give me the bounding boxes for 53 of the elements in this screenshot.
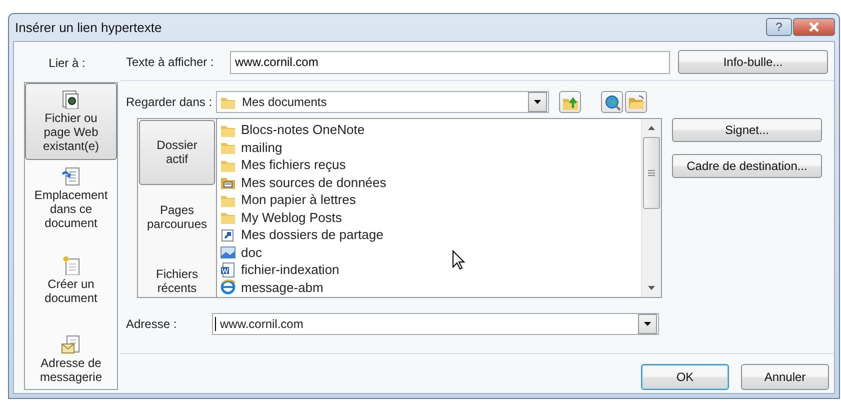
target-frame-button[interactable]: Cadre de destination...: [672, 154, 822, 178]
file-item[interactable]: Mes fichiers reçus: [217, 156, 641, 174]
scroll-down-arrow-icon: [648, 286, 655, 290]
close-button[interactable]: [793, 18, 835, 36]
mouse-pointer-icon: [452, 250, 466, 270]
field-label: Adresse :: [125, 317, 178, 331]
link-type-item[interactable]: Emplacement dans ce document: [25, 160, 117, 237]
file-item[interactable]: Mon papier à lettres: [217, 191, 641, 208]
shortcut-icon: [220, 226, 236, 243]
browse-web-button[interactable]: [601, 91, 623, 113]
link-type-item[interactable]: Adresse de messagerie: [25, 328, 117, 391]
file-item[interactable]: doc: [217, 244, 641, 261]
browse-tab[interactable]: Dossier actif: [139, 120, 215, 185]
globe-search-icon: [604, 94, 620, 110]
ok-button[interactable]: OK: [641, 364, 729, 390]
browse-tab[interactable]: Pages parcourues: [139, 187, 215, 249]
mail-document-icon: [61, 334, 81, 354]
dropdown-arrow-icon: [644, 322, 651, 326]
file-item[interactable]: fichier-indexation: [217, 261, 641, 278]
cancel-button[interactable]: Annuler: [741, 364, 829, 390]
file-item[interactable]: Mes dossiers de partage: [217, 226, 641, 244]
text-field[interactable]: www.cornil.com: [230, 50, 670, 74]
close-icon: [808, 22, 820, 32]
grip-icon: [648, 170, 655, 176]
link-to-label: Lier à :: [48, 56, 86, 72]
link-type-item[interactable]: Fichier ou page Web existant(e): [25, 83, 117, 160]
document-icon: [61, 89, 81, 109]
scrollbar-thumb[interactable]: [643, 137, 660, 209]
window-title: Insérer un lien hypertexte: [15, 20, 162, 35]
image-file-icon: [220, 244, 236, 260]
field-label: Texte à afficher :: [125, 55, 215, 69]
bookmark-button[interactable]: Signet...: [672, 118, 822, 142]
address-field[interactable]: www.cornil.com: [212, 313, 659, 335]
open-folder-icon: [628, 94, 644, 110]
scroll-up-arrow-icon: [648, 126, 655, 130]
field-label: Regarder dans :: [125, 95, 214, 109]
browse-file-button[interactable]: [625, 91, 647, 113]
browse-tab[interactable]: Fichiers récents: [139, 251, 215, 313]
new-document-icon: [61, 255, 81, 275]
look-in-dropdown[interactable]: Mes documents: [216, 91, 549, 113]
file-item[interactable]: message-abm: [217, 278, 641, 296]
dropdown-arrow-icon: [534, 100, 541, 104]
up-folder-button[interactable]: [559, 91, 581, 113]
file-item[interactable]: Mes sources de données: [217, 174, 641, 191]
scrollbar[interactable]: [641, 119, 661, 297]
link-type-item[interactable]: Créer un document: [25, 249, 117, 312]
file-item[interactable]: mailing: [217, 138, 641, 156]
document-icon: [61, 166, 81, 186]
help-button[interactable]: ?: [766, 18, 792, 36]
file-item[interactable]: My Weblog Posts: [217, 208, 641, 226]
file-item[interactable]: Blocs-notes OneNote: [217, 121, 641, 138]
document-icon: [220, 262, 236, 278]
screentip-button[interactable]: Info-bulle...: [678, 50, 828, 74]
